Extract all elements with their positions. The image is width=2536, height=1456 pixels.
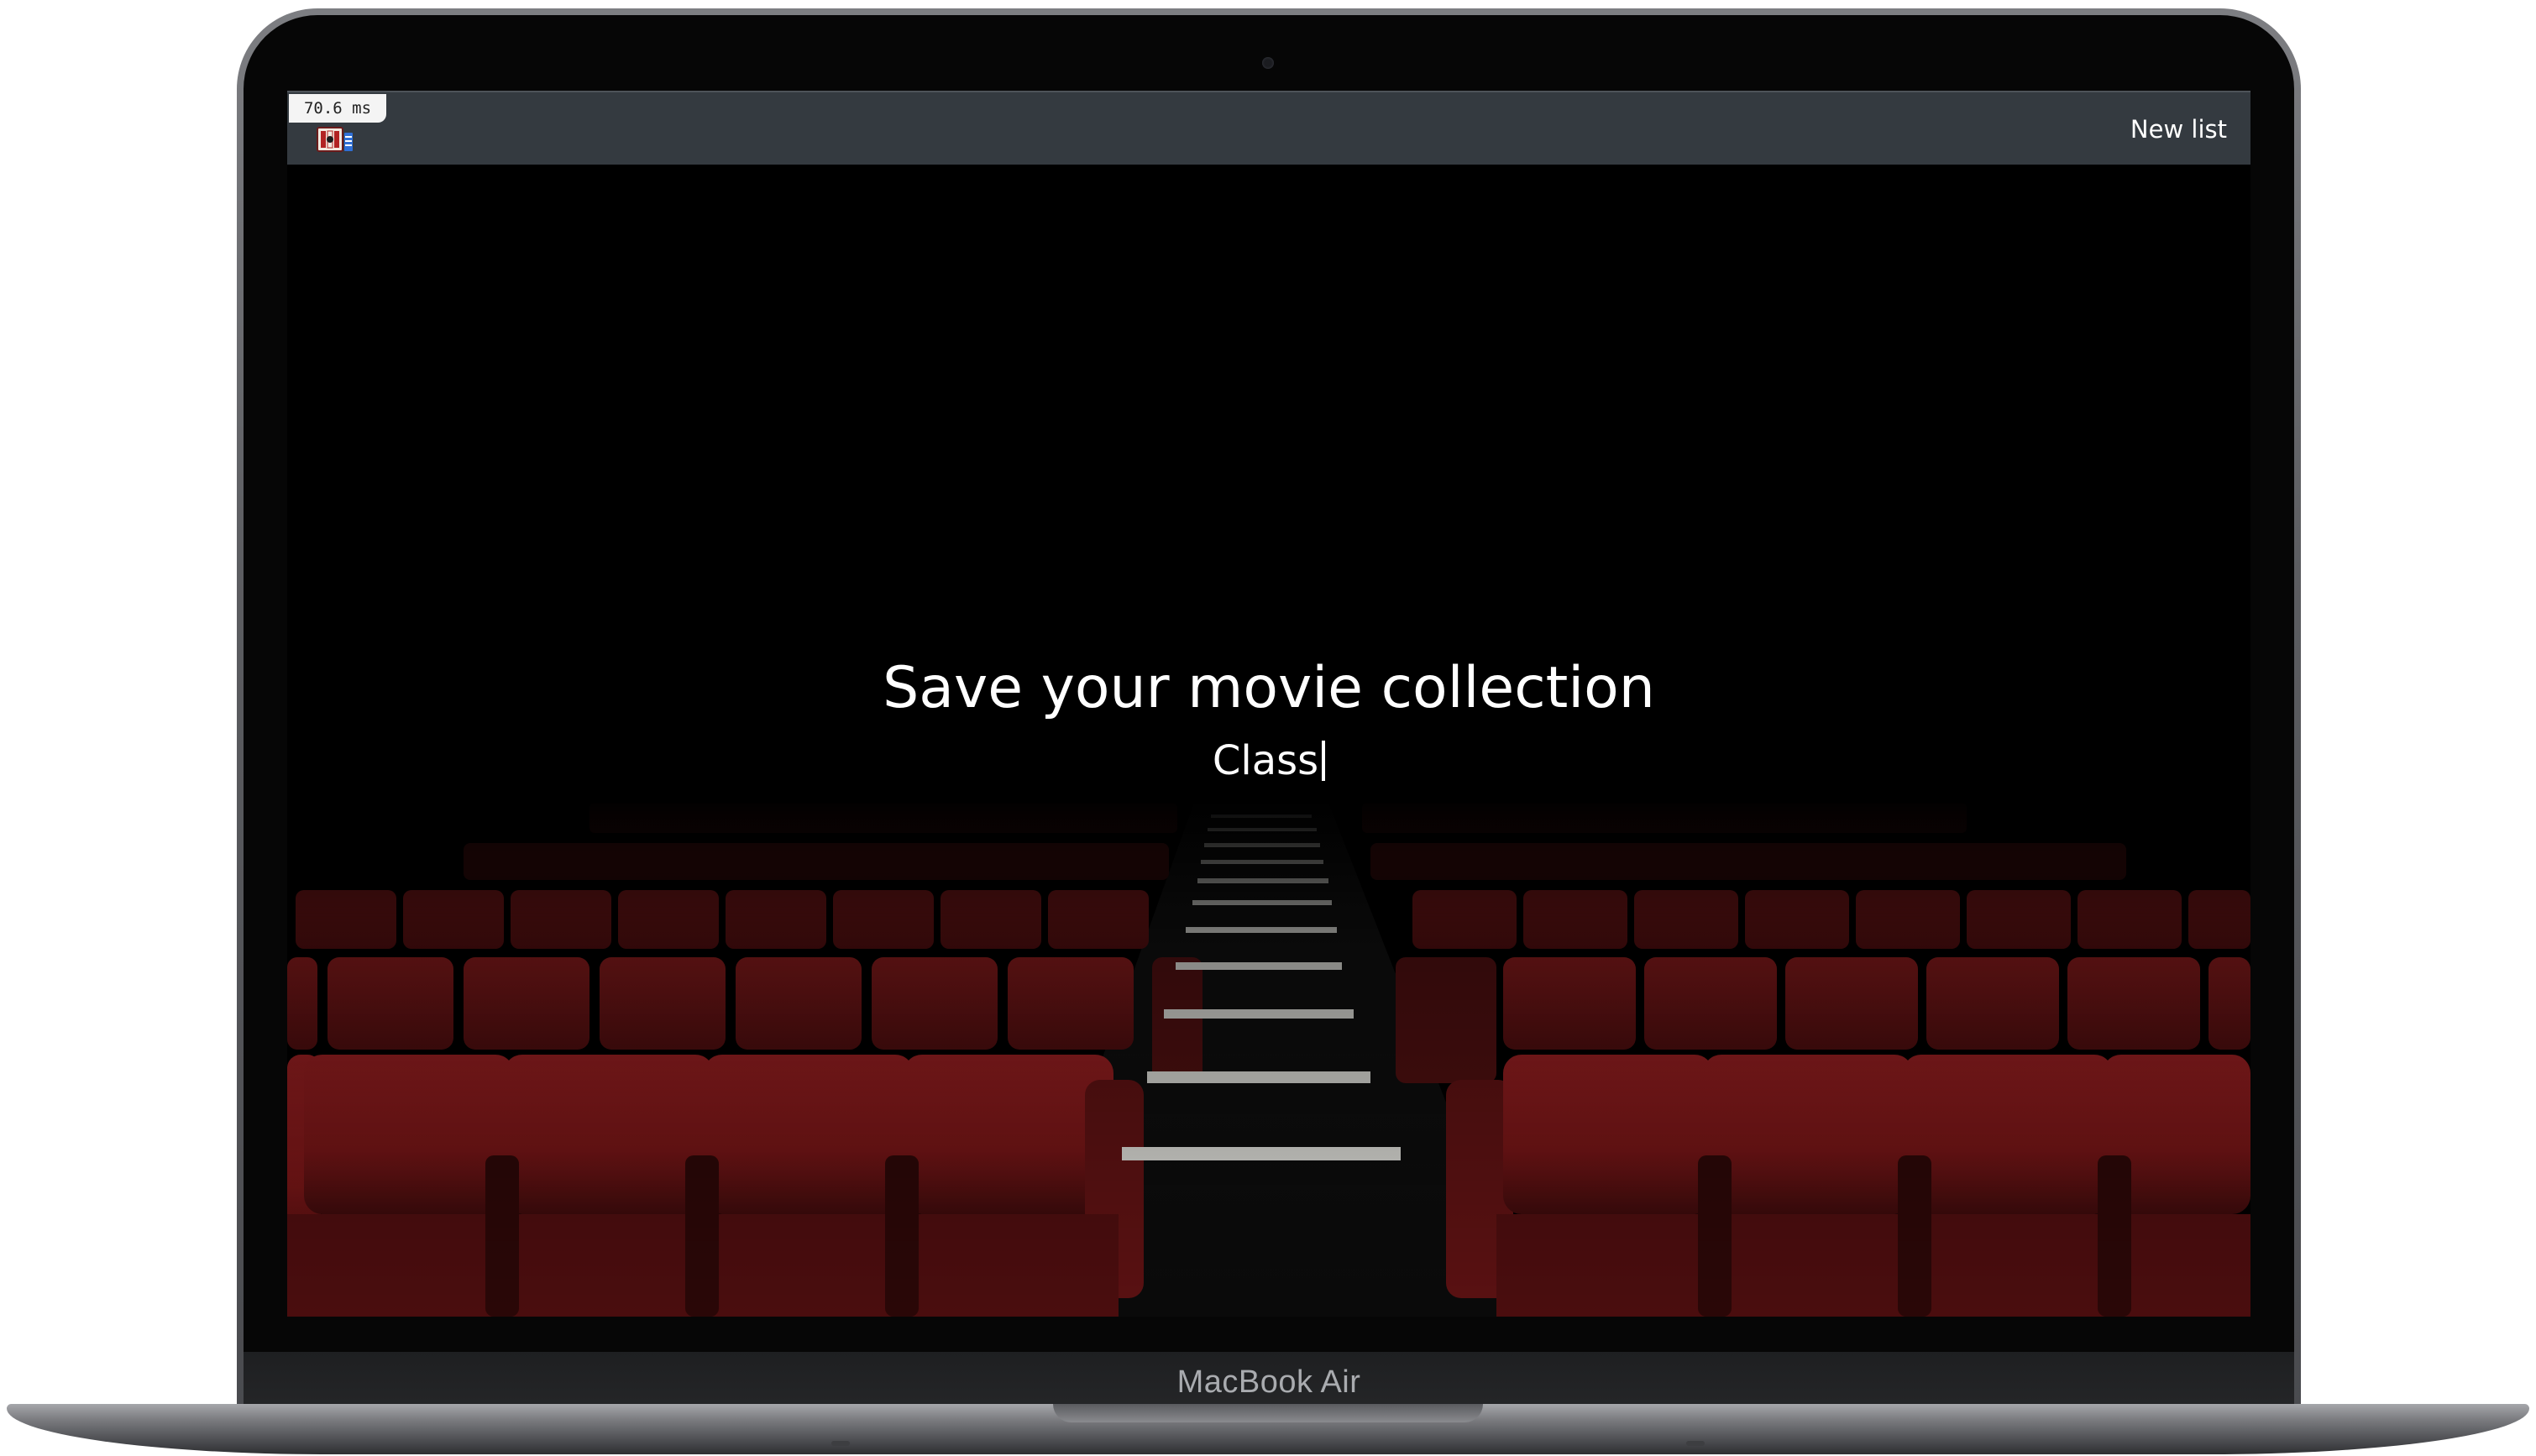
render-time-badge: 70.6 ms: [289, 94, 386, 123]
typewriter-value: Class: [1212, 737, 1319, 784]
device-label: MacBook Air: [1176, 1364, 1361, 1400]
browser-viewport: 70.6 ms New list Save your movie collect…: [287, 91, 2250, 1317]
hero-title: Save your movie collection: [883, 655, 1655, 721]
film-logo-icon[interactable]: [316, 124, 354, 153]
camera-icon: [1262, 57, 1274, 69]
laptop-foot: [1686, 1441, 1705, 1446]
laptop-base-notch: [1053, 1404, 1483, 1422]
typewriter-text: Class: [287, 736, 2250, 786]
text-cursor: [1322, 741, 1326, 781]
laptop-foot: [831, 1441, 850, 1446]
top-navbar: 70.6 ms New list: [287, 91, 2250, 165]
new-list-link[interactable]: New list: [2130, 92, 2227, 166]
